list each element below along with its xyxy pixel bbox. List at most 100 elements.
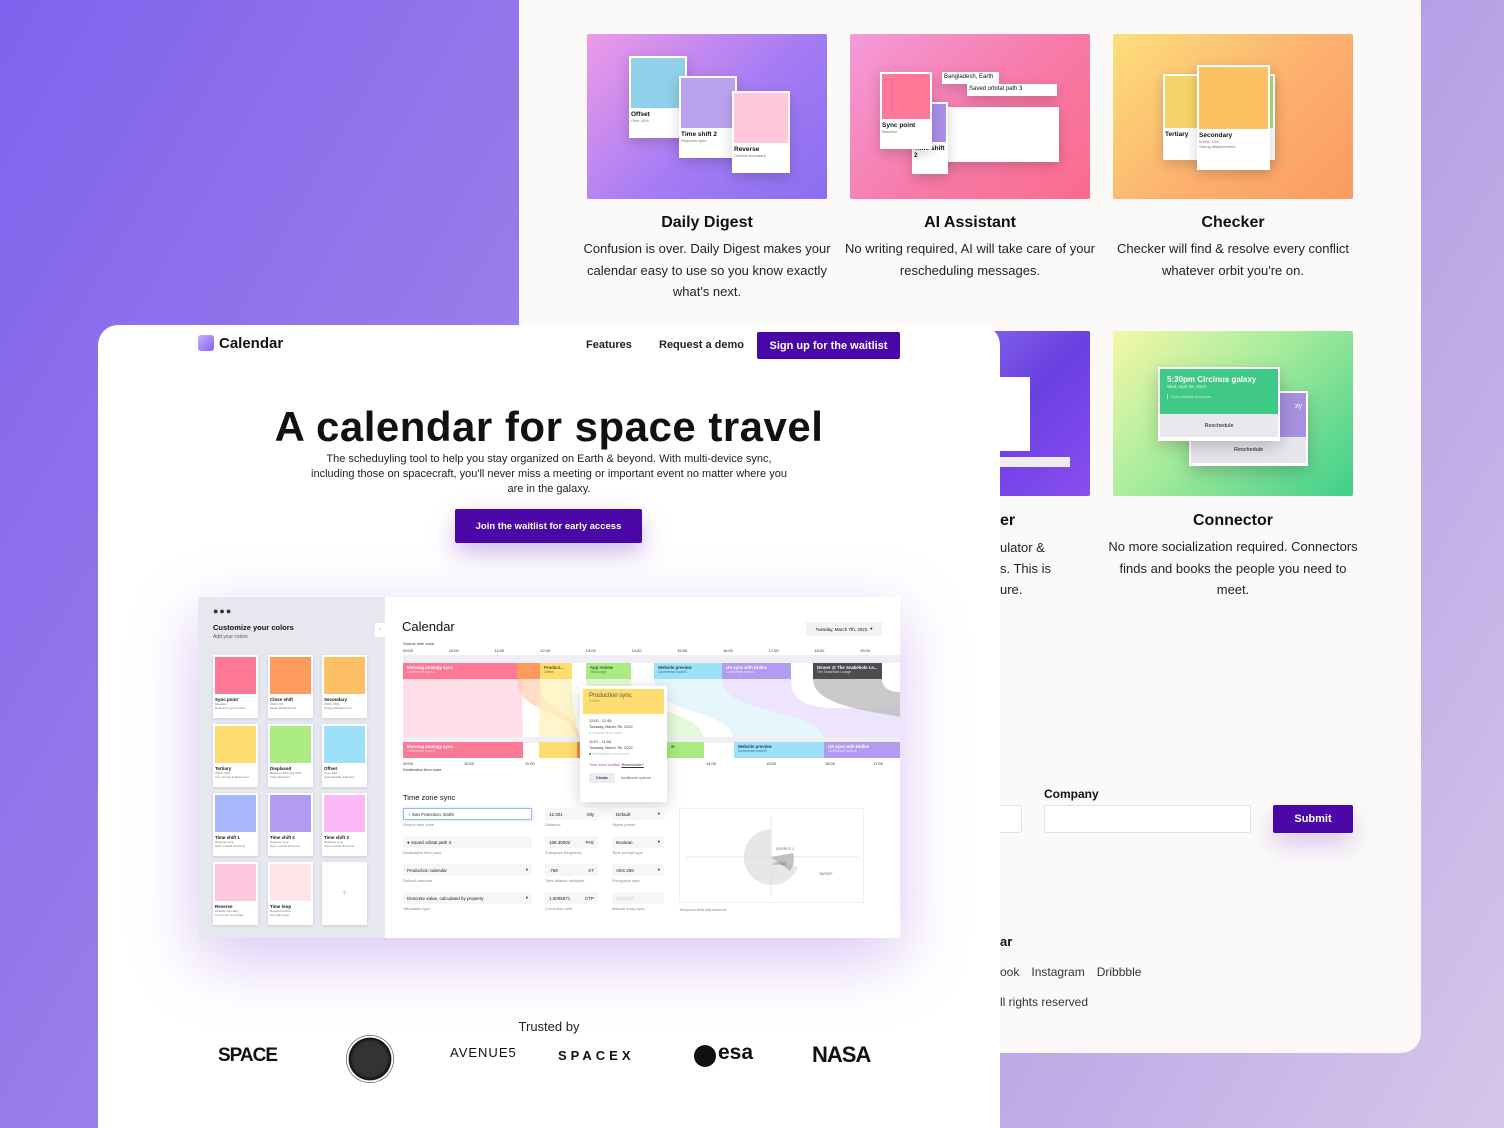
field-label: Signal preset <box>612 822 636 827</box>
hour-label: 15:00 <box>766 761 777 766</box>
sync-heading: Time zone sync <box>403 793 456 802</box>
color-card: Reverse Outside boundary <box>732 91 790 173</box>
event-website-preview-dest[interactable]: Website preview Conference room B <box>734 742 824 758</box>
temporal-chart: SOURCE 1 OFFSET TARGET <box>679 808 864 903</box>
sync-field[interactable]: Production calendar ▾ <box>403 864 532 876</box>
color-card: Sync point Baseline <box>880 72 932 149</box>
field-label: Default calendar <box>403 878 433 883</box>
nav-features[interactable]: Features <box>586 339 632 351</box>
logo-nasa: NASA <box>812 1042 871 1067</box>
feature-title-fragment: er <box>1000 512 1016 529</box>
chevron-down-icon: ▾ <box>657 867 660 872</box>
logo-space: SPACE <box>218 1045 278 1066</box>
event-morning-strategy[interactable]: Morning strategy sync Conference room C <box>403 663 522 679</box>
flow-yellow <box>539 679 577 742</box>
chevron-down-icon: ▾ <box>657 839 660 844</box>
footer-links: ook Instagram Dribbble <box>1000 965 1141 979</box>
footer-link-dribbble[interactable]: Dribbble <box>1097 965 1142 979</box>
destination-dot-icon: ● <box>589 752 592 756</box>
company-label: Company <box>1044 787 1099 801</box>
event-app-review-dest[interactable]: w <box>667 742 704 758</box>
join-waitlist-button[interactable]: Join the waitlist for early access <box>455 509 642 543</box>
logo-esa-mark <box>694 1045 716 1067</box>
signup-waitlist-button[interactable]: Sign up for the waitlist <box>757 332 900 359</box>
label-source: SOURCE 1 <box>776 847 794 851</box>
feature-description: No more socialization required. Connecto… <box>1108 539 1358 597</box>
number-field[interactable]: .769 XT <box>545 864 598 876</box>
sync-field[interactable]: Descrete value, calculated by property ▾ <box>403 892 532 904</box>
hero-subtitle: The scheduyling tool to help you stay or… <box>311 453 787 495</box>
event-ux-sync-dest[interactable]: UX sync with Didine Conference room A <box>824 742 900 758</box>
field-label: Distance <box>545 822 561 827</box>
footer-link-instagram[interactable]: Instagram <box>1031 965 1084 979</box>
nav-request-demo[interactable]: Request a demo <box>659 339 744 351</box>
checker-illustration: Tertiary dary SecondaryWithin 15%Strong … <box>1113 34 1353 199</box>
brand-name[interactable]: Calendar <box>219 335 283 352</box>
trusted-by-label: Trusted by <box>518 1019 580 1034</box>
app-screenshot: ●●● Customize your colors Add your color… <box>198 597 900 938</box>
daily-digest-illustration: Offset Over 40% Time shift 2 Requires sync… <box>587 34 827 199</box>
create-button[interactable]: Create <box>589 773 615 783</box>
copyright: ll rights reserved <box>1000 995 1089 1009</box>
feature-description: No writing required, AI will take care o… <box>845 241 1095 278</box>
feature-description: Confusion is over. Daily Digest makes yo… <box>583 241 831 299</box>
feature-title: Daily Digest <box>661 214 753 231</box>
select-field[interactable]: AES 256 ▾ <box>612 864 664 876</box>
logo-avenue5: AVENUE5 <box>450 1045 517 1060</box>
logo-esa: esa <box>718 1041 754 1064</box>
field-label: Encryption type <box>612 878 640 883</box>
chevron-down-icon: ▾ <box>525 867 528 872</box>
footer-brand-fragment: ar <box>1000 934 1013 949</box>
hour-label: 11:00 <box>525 761 535 766</box>
field-label: Correction shift <box>545 906 572 911</box>
feature-title: AI Assistant <box>924 214 1016 231</box>
field-label: Time prompt type <box>612 850 643 855</box>
feature-description: Checker will find & resolve every confli… <box>1117 241 1349 278</box>
chart-label: Temporal field adjustments <box>679 907 727 912</box>
event-popover: Production sync Orbiter 12:00 - 12:45 Tue… <box>580 686 667 802</box>
reschedule-link[interactable]: Reschedule? <box>622 763 644 767</box>
event-dinner[interactable]: Dinner @ The Snakehole Lo... The Snakehol… <box>813 663 882 679</box>
event-ux-sync[interactable]: UX sync with Didine Conference room A <box>722 663 791 679</box>
color-card: Time shift 2 Requires sync <box>679 76 737 158</box>
label-offset: OFFSET <box>773 862 788 866</box>
number-field[interactable]: 12.301 Mly <box>545 808 598 820</box>
label-target: TARGET <box>819 872 834 876</box>
event-morning-strategy-dest[interactable]: Morning strategy sync Conference room C <box>403 742 523 758</box>
sync-field[interactable]: ● San Francisco, Earth <box>403 808 532 820</box>
additional-options-link[interactable]: Additional options <box>621 775 651 781</box>
hour-label: 10:00 <box>464 761 475 766</box>
sync-field[interactable]: ● Saved orbital path 3 <box>403 836 532 848</box>
destination-zone-label: Destination time zone <box>403 767 442 772</box>
ai-assistant-illustration: Bangladesh, Earth Saved orbital path 3 T… <box>850 34 1090 199</box>
footer-link[interactable]: ook <box>1000 965 1019 979</box>
event-app-review[interactable]: App review Tea lounge <box>586 663 631 679</box>
select-field[interactable]: Disabled <box>612 892 664 904</box>
conflict-text: Time zone conflict. <box>589 763 621 767</box>
event-orange[interactable] <box>517 663 540 679</box>
color-card: Secondary Within 15% Strong displacement <box>1197 65 1270 170</box>
feature-title: Checker <box>1201 214 1265 231</box>
field-label: Subspace frequency <box>545 850 582 855</box>
event-card: 5:30pm Circinus galaxy Wed, April 28, 20… <box>1158 367 1280 441</box>
company-input[interactable] <box>1044 805 1251 833</box>
logo-icon <box>198 335 214 351</box>
number-field[interactable]: 168.30002 PHz <box>545 836 598 848</box>
chart-thumbnail <box>933 107 1059 162</box>
number-field[interactable]: 1.0005671 CTP <box>545 892 598 904</box>
flow-pink <box>403 679 523 742</box>
field-label: Source time zone <box>403 822 435 827</box>
select-field[interactable]: Default ▾ <box>612 808 664 820</box>
event-website-preview[interactable]: Website preview Conference room B <box>654 663 722 679</box>
logo-spacex: SPACEX <box>558 1048 635 1063</box>
event-production[interactable]: Product... Orbiter <box>540 663 572 679</box>
field-label: Tabulation type <box>403 906 430 911</box>
chevron-down-icon: ▾ <box>525 895 528 900</box>
field-label: Destination time zone <box>403 850 442 855</box>
hour-label: 09:00 <box>403 761 414 766</box>
field-label: Time dilation multiplier <box>545 878 585 883</box>
select-field[interactable]: Boolean ▾ <box>612 836 664 848</box>
reschedule-button[interactable]: Reschedule <box>1160 414 1278 437</box>
event-production-dest[interactable] <box>539 742 577 758</box>
submit-button[interactable]: Submit <box>1273 805 1353 833</box>
